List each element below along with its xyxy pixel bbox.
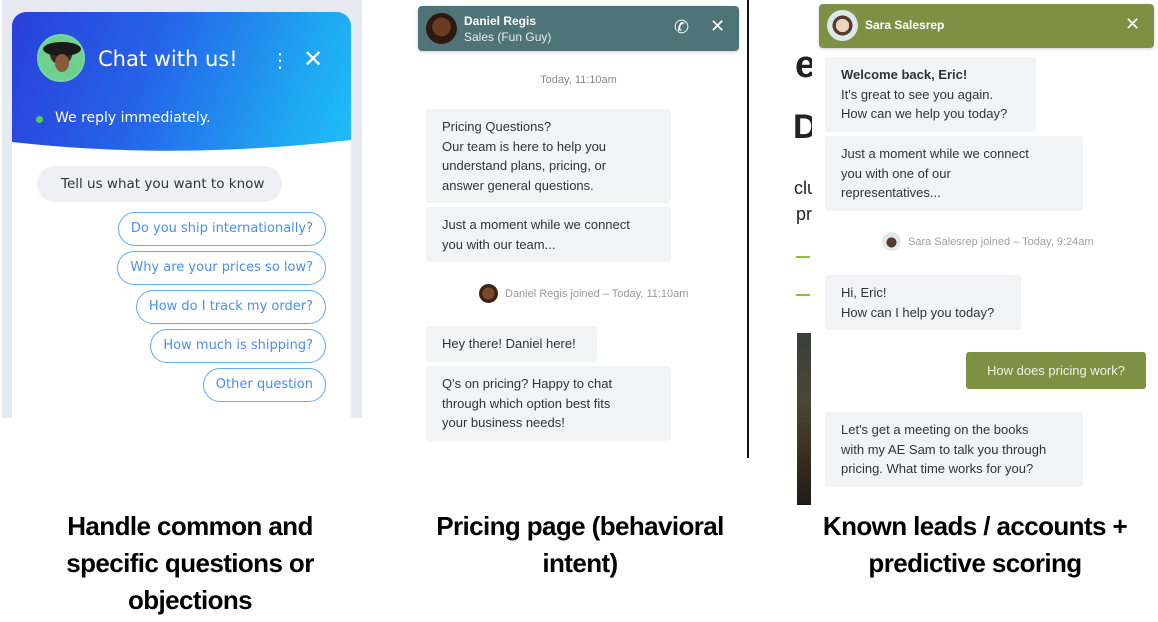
quick-reply-track-order[interactable]: How do I track my order? bbox=[135, 290, 326, 324]
agent-message-greeting: Hey there! Daniel here! bbox=[426, 326, 597, 362]
chat-widget-common-questions: Chat with us! ⋮ ✕ We reply immediately. … bbox=[12, 12, 351, 418]
agent-name: Sara Salesrep bbox=[865, 18, 945, 32]
agent-avatar bbox=[37, 34, 85, 82]
bot-message-connecting: Just a moment while we connect you with … bbox=[426, 207, 671, 262]
chat-header-known-leads: Sara Salesrep ✕ bbox=[819, 4, 1154, 48]
quick-reply-prices-low[interactable]: Why are your prices so low? bbox=[117, 251, 326, 285]
agent-name: Daniel Regis bbox=[464, 14, 537, 28]
agent-role: Sales (Fun Guy) bbox=[464, 30, 552, 44]
bot-message-welcome-back: Welcome back, Eric! It's great to see yo… bbox=[825, 57, 1036, 132]
chat-header-pricing: Daniel Regis Sales (Fun Guy) ✆ ✕ bbox=[418, 6, 739, 51]
agent-avatar bbox=[426, 13, 457, 44]
welcome-body: It's great to see you again. How can we … bbox=[841, 86, 1008, 122]
agent-joined-notice: Sara Salesrep joined – Today, 9:24am bbox=[882, 232, 1094, 251]
caption-known-leads: Known leads / accounts + predictive scor… bbox=[822, 511, 1128, 578]
agent-mini-avatar bbox=[882, 232, 901, 251]
background-accent-line bbox=[796, 256, 810, 258]
bot-message-pricing-intro: Pricing Questions? Our team is here to h… bbox=[426, 109, 671, 203]
user-message-pricing-question: How does pricing work? bbox=[966, 352, 1146, 389]
online-status-dot-icon bbox=[36, 116, 43, 123]
quick-reply-options: Do you ship internationally? Why are you… bbox=[117, 212, 326, 402]
agent-joined-text: Daniel Regis joined – Today, 11:10am bbox=[505, 287, 689, 300]
quick-reply-other-question[interactable]: Other question bbox=[202, 368, 326, 402]
agent-mini-avatar bbox=[479, 284, 498, 303]
close-icon[interactable]: ✕ bbox=[303, 45, 323, 74]
panel-divider bbox=[747, 0, 749, 458]
chat-title: Chat with us! bbox=[98, 47, 238, 71]
more-options-icon[interactable]: ⋮ bbox=[270, 48, 290, 73]
quick-reply-shipping-cost[interactable]: How much is shipping? bbox=[150, 329, 326, 363]
background-page-image bbox=[797, 333, 811, 505]
avatar-face-shape bbox=[55, 54, 69, 72]
quick-reply-ship-internationally[interactable]: Do you ship internationally? bbox=[117, 212, 326, 246]
background-accent-line bbox=[796, 294, 810, 296]
bot-message-connecting: Just a moment while we connect you with … bbox=[825, 136, 1083, 211]
close-icon[interactable]: ✕ bbox=[1125, 14, 1140, 35]
agent-message-meeting-offer: Let's get a meeting on the books with my… bbox=[825, 412, 1083, 487]
welcome-heading: Welcome back, Eric! bbox=[841, 67, 968, 82]
caption-common-questions: Handle common and specific questions or … bbox=[66, 511, 314, 615]
agent-message-greeting: Hi, Eric! How can I help you today? bbox=[825, 275, 1021, 330]
chat-timestamp: Today, 11:10am bbox=[540, 74, 617, 86]
reply-status-text: We reply immediately. bbox=[55, 110, 211, 126]
phone-icon[interactable]: ✆ bbox=[674, 17, 689, 38]
close-icon[interactable]: ✕ bbox=[710, 16, 725, 37]
agent-avatar bbox=[827, 10, 858, 41]
agent-joined-text: Sara Salesrep joined – Today, 9:24am bbox=[908, 235, 1094, 248]
bot-prompt-bubble: Tell us what you want to know bbox=[37, 166, 282, 202]
agent-message-pricing-offer: Q's on pricing? Happy to chat through wh… bbox=[426, 366, 671, 441]
header-wave-shape bbox=[12, 140, 351, 170]
caption-pricing-page: Pricing page (behavioral intent) bbox=[436, 511, 724, 578]
agent-joined-notice: Daniel Regis joined – Today, 11:10am bbox=[479, 284, 688, 303]
